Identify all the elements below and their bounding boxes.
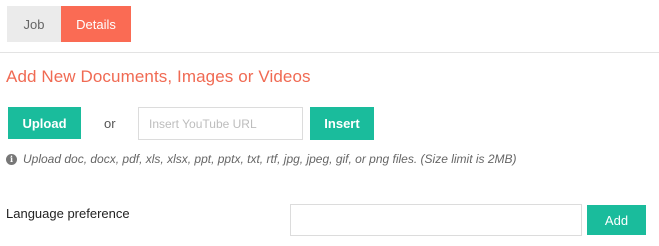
upload-hint-text: Upload doc, docx, pdf, xls, xlsx, ppt, p… xyxy=(23,152,517,166)
add-language-button[interactable]: Add xyxy=(587,205,646,235)
tab-job[interactable]: Job xyxy=(7,6,61,42)
or-separator: or xyxy=(104,116,116,131)
info-icon: i xyxy=(6,153,17,165)
tab-details[interactable]: Details xyxy=(61,6,131,42)
section-title: Add New Documents, Images or Videos xyxy=(6,67,311,86)
upload-button[interactable]: Upload xyxy=(8,107,81,139)
upload-hint: i Upload doc, docx, pdf, xls, xlsx, ppt,… xyxy=(6,152,517,166)
youtube-url-input[interactable] xyxy=(138,107,303,140)
tab-bar: Job Details xyxy=(0,0,659,53)
insert-button[interactable]: Insert xyxy=(310,107,374,140)
language-preference-input[interactable] xyxy=(290,204,582,236)
language-preference-label: Language preference xyxy=(6,206,130,221)
